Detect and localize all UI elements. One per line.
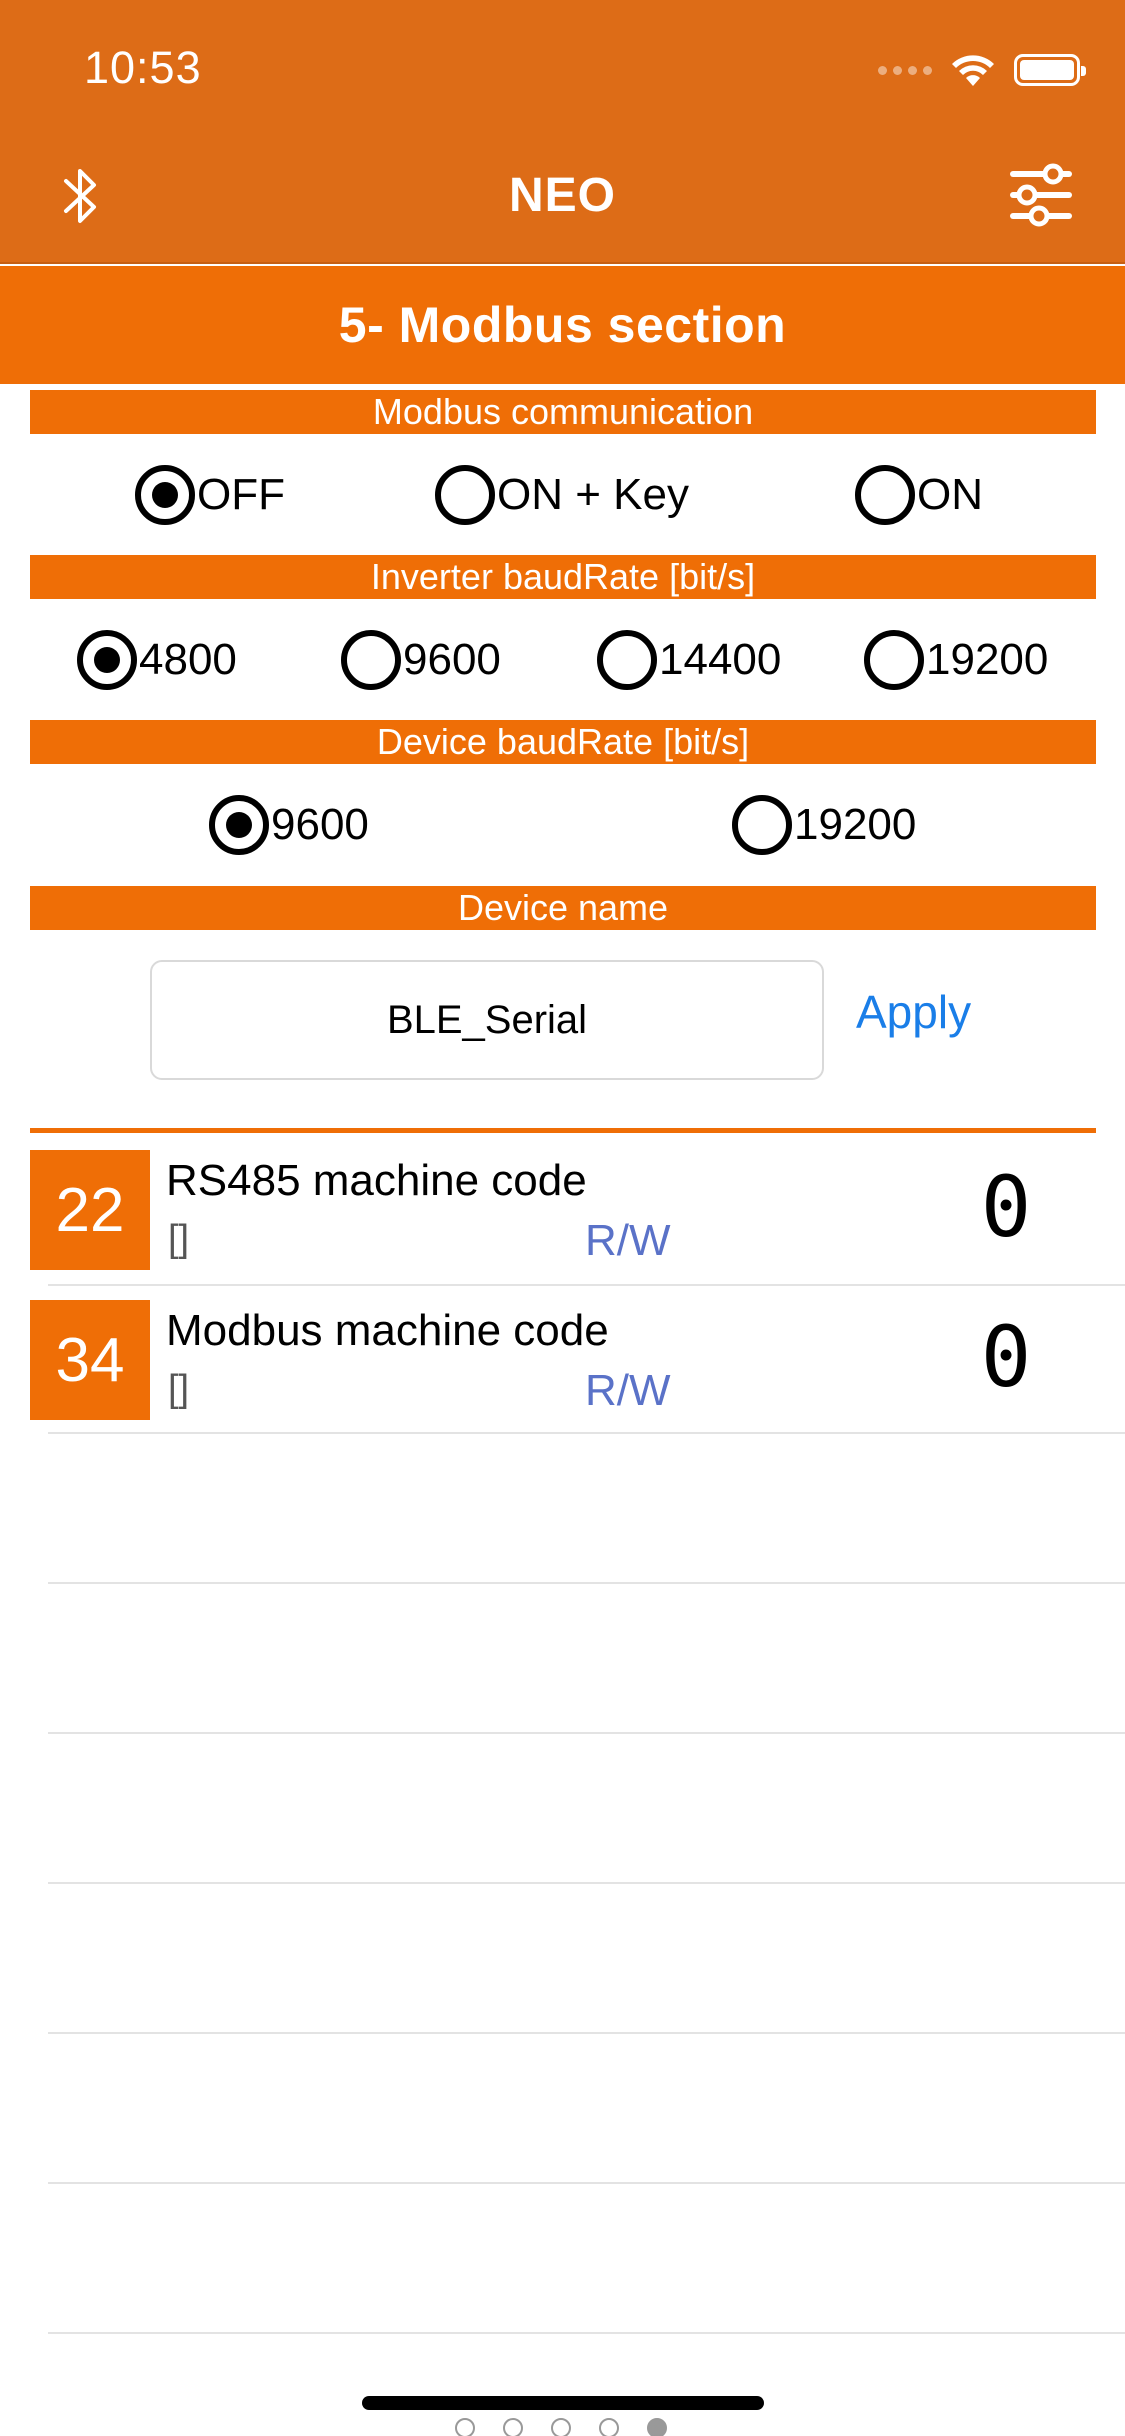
nav-title: NEO (508, 169, 616, 222)
register-title: RS485 machine code (166, 1156, 587, 1205)
modbus-communication-header: Modbus communication (30, 390, 1096, 434)
list-item[interactable]: 34 Modbus machine code [] R/W 0 (30, 1286, 1125, 1436)
radio-modbus-on-key[interactable]: ON + Key (435, 455, 689, 535)
radio-label: 19200 (794, 800, 917, 849)
status-time: 10:53 (84, 42, 202, 93)
row-separator (48, 1882, 1125, 1884)
row-separator (48, 2332, 1125, 2334)
radio-inverter-19200[interactable]: 19200 (864, 620, 1048, 700)
device-name-header: Device name (30, 886, 1096, 930)
register-access: R/W (585, 1366, 671, 1415)
radio-selected-icon (209, 795, 269, 855)
home-indicator[interactable] (362, 2396, 764, 2410)
device-baudrate-options: 9600 19200 (0, 785, 1125, 865)
radio-unselected-icon (855, 465, 915, 525)
row-separator (48, 1732, 1125, 1734)
page-dot[interactable] (551, 2418, 571, 2436)
register-value-display: 0 (981, 1158, 1032, 1252)
inverter-baudrate-options: 4800 9600 14400 19200 (0, 620, 1125, 700)
device-baudrate-header: Device baudRate [bit/s] (30, 720, 1096, 764)
radio-inverter-14400[interactable]: 14400 (597, 620, 781, 700)
section-divider (30, 1128, 1096, 1133)
radio-unselected-icon (864, 630, 924, 690)
top-bar: 10:53 NEO (0, 0, 1125, 264)
radio-label: 4800 (139, 635, 237, 684)
page-dot[interactable] (455, 2418, 475, 2436)
device-name-input[interactable] (150, 960, 824, 1080)
radio-label: OFF (197, 470, 285, 519)
register-code-badge: 34 (30, 1300, 150, 1420)
register-code-badge: 22 (30, 1150, 150, 1270)
radio-unselected-icon (341, 630, 401, 690)
section-title: 5- Modbus section (0, 266, 1125, 384)
svg-text:0: 0 (981, 1308, 1032, 1402)
radio-label: 9600 (403, 635, 501, 684)
radio-inverter-9600[interactable]: 9600 (341, 620, 501, 700)
radio-modbus-on[interactable]: ON (855, 455, 983, 535)
radio-inverter-4800[interactable]: 4800 (77, 620, 237, 700)
register-unit: [] (168, 1368, 190, 1410)
row-separator (48, 2032, 1125, 2034)
status-icons (878, 50, 1086, 90)
sliders-icon[interactable] (1009, 162, 1073, 228)
radio-device-9600[interactable]: 9600 (209, 785, 369, 865)
page-dot[interactable] (503, 2418, 523, 2436)
page-dot[interactable] (599, 2418, 619, 2436)
register-unit: [] (168, 1218, 190, 1260)
svg-text:0: 0 (981, 1158, 1032, 1252)
list-item[interactable]: 22 RS485 machine code [] R/W 0 (30, 1136, 1125, 1286)
radio-modbus-off[interactable]: OFF (135, 455, 285, 535)
radio-selected-icon (135, 465, 195, 525)
row-separator (48, 1432, 1125, 1434)
register-value-display: 0 (981, 1308, 1032, 1402)
radio-device-19200[interactable]: 19200 (732, 785, 916, 865)
page-indicator[interactable] (455, 2418, 667, 2436)
radio-label: ON (917, 470, 983, 519)
modbus-communication-options: OFF ON + Key ON (0, 455, 1125, 535)
radio-label: 9600 (271, 800, 369, 849)
radio-label: 14400 (659, 635, 782, 684)
battery-icon (1014, 54, 1086, 86)
radio-selected-icon (77, 630, 137, 690)
radio-unselected-icon (435, 465, 495, 525)
register-access: R/W (585, 1216, 671, 1265)
cellular-signal-icon (878, 65, 932, 75)
radio-label: ON + Key (497, 470, 689, 519)
row-separator (48, 1582, 1125, 1584)
page-dot-active[interactable] (647, 2418, 667, 2436)
radio-unselected-icon (732, 795, 792, 855)
radio-unselected-icon (597, 630, 657, 690)
inverter-baudrate-header: Inverter baudRate [bit/s] (30, 555, 1096, 599)
wifi-icon (952, 55, 994, 86)
apply-button[interactable]: Apply (856, 985, 971, 1039)
register-title: Modbus machine code (166, 1306, 609, 1355)
radio-label: 19200 (926, 635, 1049, 684)
row-separator (48, 2182, 1125, 2184)
